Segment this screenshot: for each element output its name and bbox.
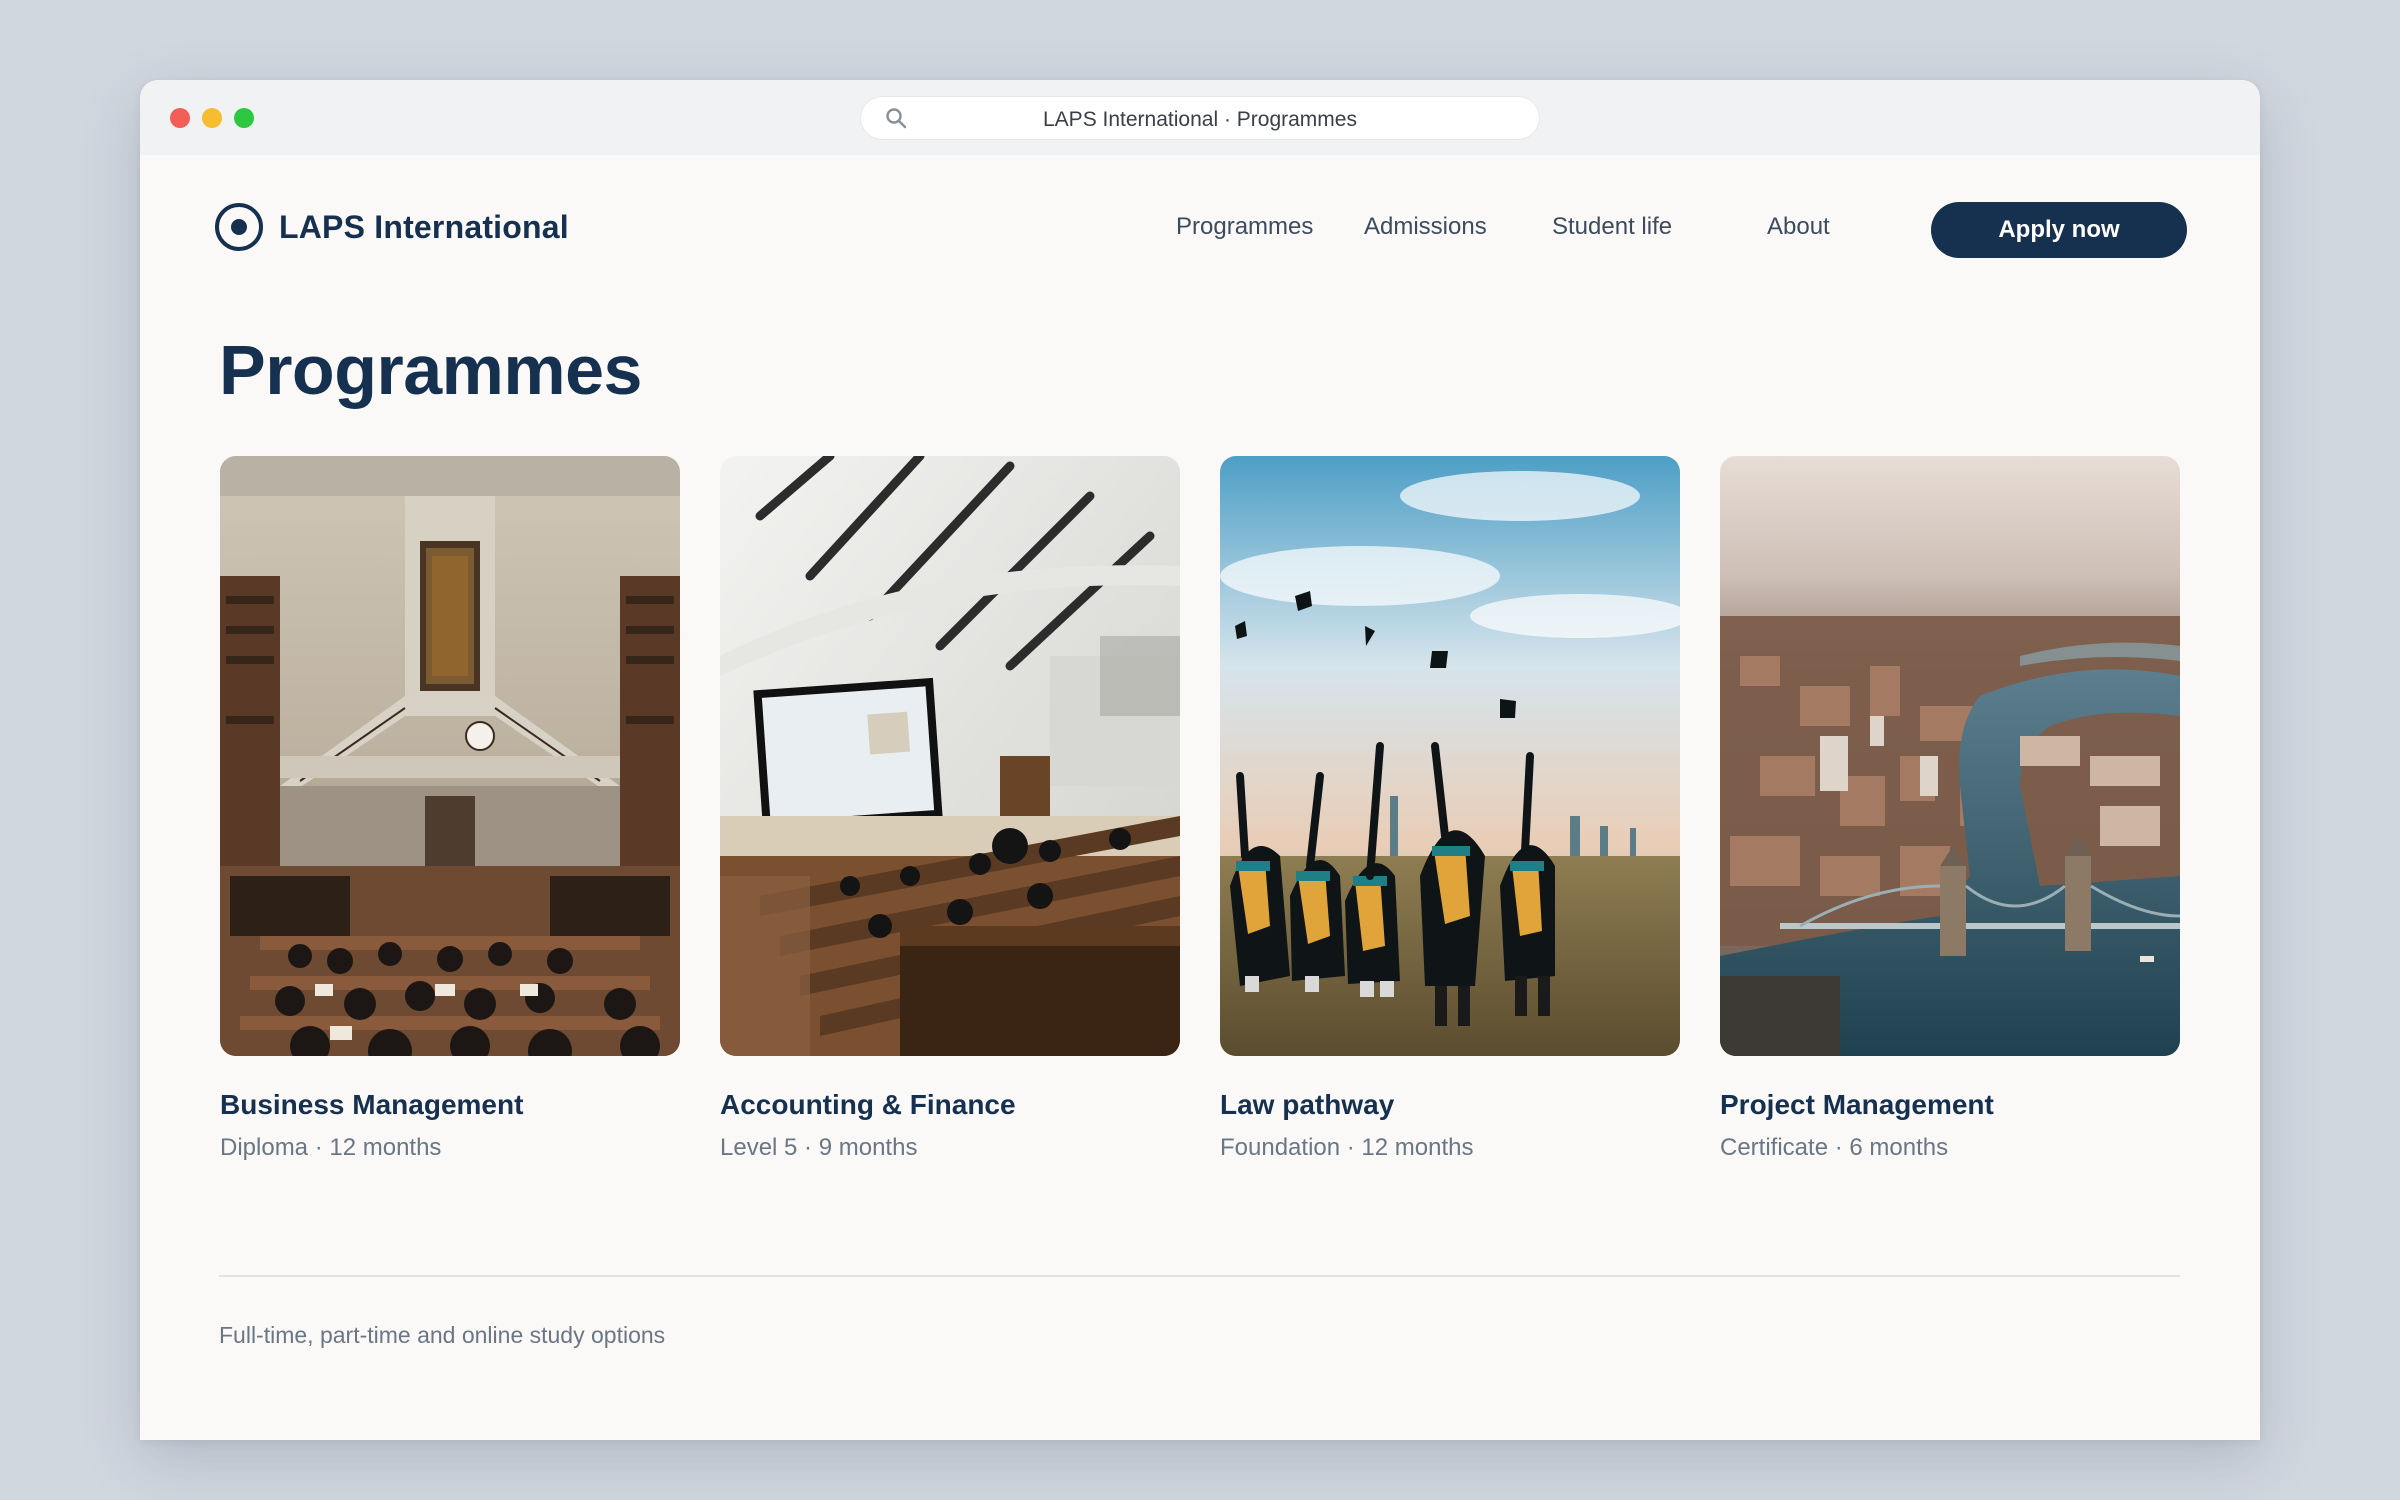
programme-title: Project Management bbox=[1720, 1089, 1994, 1120]
programme-title: Business Management bbox=[220, 1089, 524, 1120]
browser-window: LAPS International · Programmes LAPS Int… bbox=[140, 80, 2260, 1440]
lecture-theatre-photo bbox=[720, 456, 1180, 1056]
library-hall-photo bbox=[220, 456, 680, 1056]
logo-mark-icon bbox=[215, 203, 263, 251]
nav-programmes[interactable]: Programmes bbox=[1176, 213, 1313, 241]
nav-admissions[interactable]: Admissions bbox=[1364, 213, 1487, 241]
programme-card-business-management[interactable]: Business Management Diploma · 12 months bbox=[220, 456, 680, 1176]
nav-about[interactable]: About bbox=[1767, 213, 1830, 241]
programme-title: Accounting & Finance bbox=[720, 1089, 1016, 1120]
minimize-window-button[interactable] bbox=[202, 108, 222, 128]
site-logo[interactable]: LAPS International bbox=[215, 202, 569, 252]
brand-name: LAPS International bbox=[279, 208, 569, 245]
footer-divider bbox=[219, 1275, 2180, 1277]
programme-meta: Diploma · 12 months bbox=[220, 1134, 442, 1161]
address-bar-text: LAPS International · Programmes bbox=[1043, 108, 1357, 131]
programme-title: Law pathway bbox=[1220, 1089, 1395, 1120]
city-river-aerial-photo bbox=[1720, 456, 2180, 1056]
programme-card-accounting-finance[interactable]: Accounting & Finance Level 5 · 9 months bbox=[720, 456, 1180, 1176]
browser-titlebar: LAPS International · Programmes bbox=[140, 80, 2260, 155]
programme-meta: Foundation · 12 months bbox=[1220, 1134, 1474, 1161]
study-options-note: Full-time, part-time and online study op… bbox=[219, 1322, 666, 1348]
nav-student-life[interactable]: Student life bbox=[1552, 213, 1672, 241]
address-bar[interactable]: LAPS International · Programmes bbox=[860, 96, 1540, 140]
programme-meta: Level 5 · 9 months bbox=[720, 1134, 918, 1161]
programme-card-law-pathway[interactable]: Law pathway Foundation · 12 months bbox=[1220, 456, 1680, 1176]
programme-meta: Certificate · 6 months bbox=[1720, 1134, 1949, 1161]
graduation-caps-photo bbox=[1220, 456, 1680, 1056]
apply-now-button[interactable]: Apply now bbox=[1931, 202, 2187, 258]
close-window-button[interactable] bbox=[170, 108, 190, 128]
page-title: Programmes bbox=[219, 331, 642, 409]
programme-card-project-management[interactable]: Project Management Certificate · 6 month… bbox=[1720, 456, 2180, 1176]
maximize-window-button[interactable] bbox=[234, 108, 254, 128]
